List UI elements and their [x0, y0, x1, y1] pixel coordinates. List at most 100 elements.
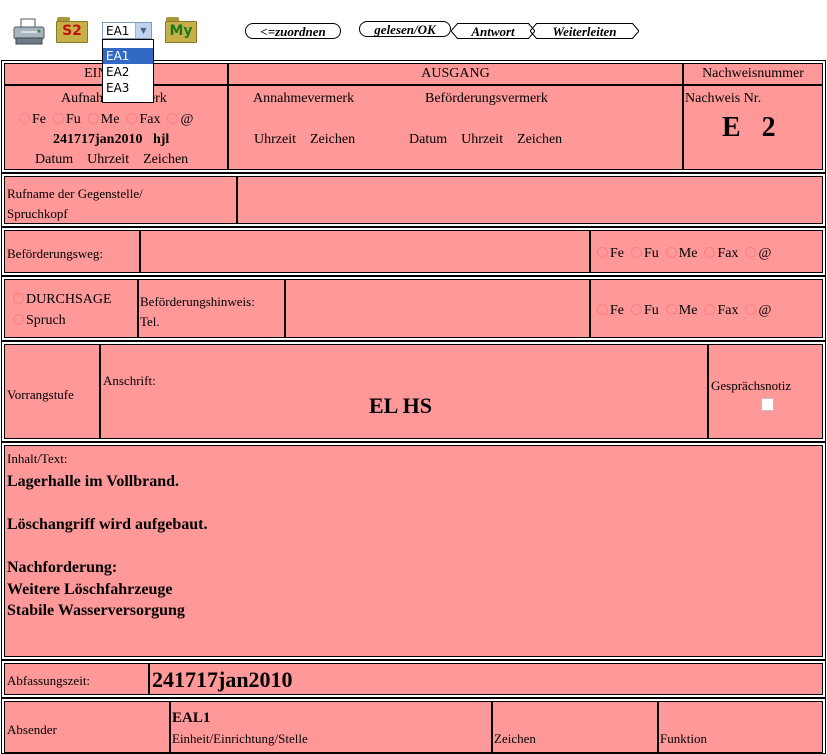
- durchsage-radio-group: Fe Fu Me Fax @: [597, 303, 771, 319]
- nachweis-cell: Nachweis Nr. E 2: [683, 85, 823, 170]
- chevron-down-icon[interactable]: ▼: [135, 23, 151, 38]
- anschrift-value: EL HS: [369, 393, 432, 418]
- abfassung-section: Abfassungszeit: 241717jan2010: [1, 660, 826, 698]
- befoerderungsweg-input[interactable]: [140, 230, 590, 273]
- inhalt-line: Löschangriff wird aufgebaut.: [7, 516, 208, 533]
- radio-fe-label: Fe: [610, 246, 624, 261]
- ea-option-1[interactable]: EA1: [103, 48, 153, 64]
- radio-fe[interactable]: [597, 304, 608, 315]
- nachweisnummer-heading: Nachweisnummer: [683, 63, 823, 85]
- gespraechsnotiz-cell: Gesprächsnotiz: [708, 344, 823, 439]
- annahmevermerk-label: Annahmevermerk: [253, 91, 355, 106]
- inhalt-cell[interactable]: Inhalt/Text: Lagerhalle im Vollbrand. Lö…: [4, 445, 823, 657]
- annahme-uhrzeit-label: Uhrzeit: [254, 132, 296, 147]
- befoerderungsvermerk-label: Beförderungsvermerk: [425, 91, 548, 106]
- befoerderung-zeichen-label: Zeichen: [517, 132, 563, 147]
- durchsage-section: DURCHSAGE Spruch Beförderungshinweis: Te…: [1, 276, 826, 341]
- absender-label-cell: Absender: [4, 701, 170, 753]
- absender-value: EAL1: [172, 710, 211, 726]
- radio-at[interactable]: [167, 113, 179, 124]
- befoerderungshinweis-input[interactable]: [285, 279, 590, 338]
- weiterleiten-button[interactable]: Weiterleiten: [530, 23, 639, 39]
- abfassungszeit-value: 241717jan2010: [152, 667, 293, 692]
- radio-me[interactable]: [87, 113, 99, 124]
- gespraechsnotiz-label: Gesprächsnotiz: [711, 378, 792, 393]
- inhalt-line: [7, 536, 207, 558]
- radio-at-label: @: [180, 112, 194, 127]
- radio-me-label: Me: [678, 246, 698, 261]
- befoerderung-datum-label: Datum: [409, 132, 448, 147]
- befoerderungsweg-label: Beförderungsweg:: [7, 246, 104, 261]
- radio-fe-label: Fe: [610, 303, 624, 318]
- folder-s2-button[interactable]: S2: [56, 17, 88, 43]
- nachweis-nr-label: Nachweis Nr.: [685, 91, 762, 106]
- gelesen-ok-button[interactable]: gelesen/OK: [359, 21, 451, 37]
- inhalt-text: Lagerhalle im Vollbrand. Löschangriff wi…: [7, 471, 207, 622]
- ea-option-3[interactable]: EA3: [103, 80, 153, 96]
- abfassungszeit-label: Abfassungszeit:: [7, 673, 91, 688]
- radio-me-label: Me: [678, 303, 698, 318]
- ea-option-2[interactable]: EA2: [103, 64, 153, 80]
- abfassungszeit-input[interactable]: 241717jan2010: [149, 663, 823, 695]
- vorrangstufe-cell[interactable]: Vorrangstufe: [4, 344, 100, 439]
- radio-fe[interactable]: [19, 113, 30, 124]
- weiterleiten-label: Weiterleiten: [552, 24, 617, 39]
- toolbar: S2 EA1 ▼ EA1 EA2 EA3 My <=zuordnen geles…: [0, 0, 827, 103]
- radio-fu[interactable]: [631, 304, 642, 315]
- radio-fe[interactable]: [597, 247, 608, 258]
- tel-label: Tel.: [140, 314, 160, 329]
- rufname-label-cell: Rufname der Gegenstelle/ Spruchkopf: [4, 176, 237, 224]
- anschrift-section: Vorrangstufe Anschrift: EL HS Gesprächsn…: [1, 341, 826, 442]
- nachweis-nr-value: E 2: [722, 112, 776, 143]
- absender-label: Absender: [7, 722, 57, 737]
- folder-my-label: My: [169, 23, 193, 39]
- inhalt-line: [7, 493, 207, 515]
- anschrift-cell[interactable]: Anschrift: EL HS: [100, 344, 708, 439]
- ea-select-value: EA1: [106, 24, 130, 38]
- radio-at-label: @: [758, 303, 772, 318]
- radio-fax[interactable]: [704, 304, 716, 315]
- radio-spruch[interactable]: [13, 314, 24, 325]
- absender-funktion-cell[interactable]: Funktion: [658, 701, 823, 753]
- ea-select[interactable]: EA1 ▼: [102, 22, 152, 39]
- radio-fu[interactable]: [53, 113, 64, 124]
- befoerderungshinweis-label: Beförderungshinweis:: [140, 294, 255, 309]
- funktion-label: Funktion: [660, 731, 707, 746]
- ea-dropdown-list: EA1 EA2 EA3: [102, 39, 154, 103]
- radio-at[interactable]: [745, 304, 757, 315]
- radio-fe-label: Fe: [32, 112, 46, 127]
- befoerderungsweg-section: Beförderungsweg: Fe Fu Me Fax @: [1, 227, 826, 276]
- abfassung-label-cell: Abfassungszeit:: [4, 663, 149, 695]
- ausgang-cell: Annahmevermerk Beförderungsvermerk Uhrze…: [228, 85, 683, 170]
- gespraechsnotiz-checkbox[interactable]: [761, 398, 774, 411]
- absender-zeichen-cell[interactable]: Zeichen: [492, 701, 658, 753]
- radio-at[interactable]: [745, 247, 757, 258]
- radio-fu-label: Fu: [644, 246, 659, 261]
- uhrzeit-label: Uhrzeit: [87, 152, 130, 167]
- antwort-button[interactable]: Antwort: [451, 23, 535, 39]
- rufname-section: Rufname der Gegenstelle/ Spruchkopf: [1, 173, 826, 227]
- radio-durchsage[interactable]: [13, 293, 24, 304]
- datum-label: Datum: [35, 152, 74, 167]
- zeichen-label: Zeichen: [143, 152, 189, 167]
- antwort-label: Antwort: [471, 24, 515, 39]
- rufname-label-line2: Spruchkopf: [7, 206, 68, 221]
- hinweis-label-cell: Beförderungshinweis: Tel.: [138, 279, 285, 338]
- radio-me[interactable]: [665, 304, 677, 315]
- einheit-label: Einheit/Einrichtung/Stelle: [172, 731, 308, 746]
- radio-fax[interactable]: [704, 247, 716, 258]
- folder-my-button[interactable]: My: [165, 17, 197, 43]
- annahme-zeichen-label: Zeichen: [309, 132, 356, 147]
- anschrift-label: Anschrift:: [103, 373, 156, 388]
- radio-fax[interactable]: [126, 113, 138, 124]
- radio-me[interactable]: [665, 247, 677, 258]
- radio-fu[interactable]: [631, 247, 642, 258]
- radio-fax-label: Fax: [139, 112, 161, 127]
- printer-icon[interactable]: [12, 18, 46, 46]
- zuordnen-button[interactable]: <=zuordnen: [245, 23, 341, 39]
- radio-fax-label: Fax: [717, 246, 739, 261]
- absender-einheit-cell[interactable]: EAL1 Einheit/Einrichtung/Stelle: [170, 701, 492, 753]
- durchsage-radio-cell: Fe Fu Me Fax @: [590, 279, 823, 338]
- rufname-input[interactable]: [237, 176, 823, 224]
- radio-fu-label: Fu: [644, 303, 659, 318]
